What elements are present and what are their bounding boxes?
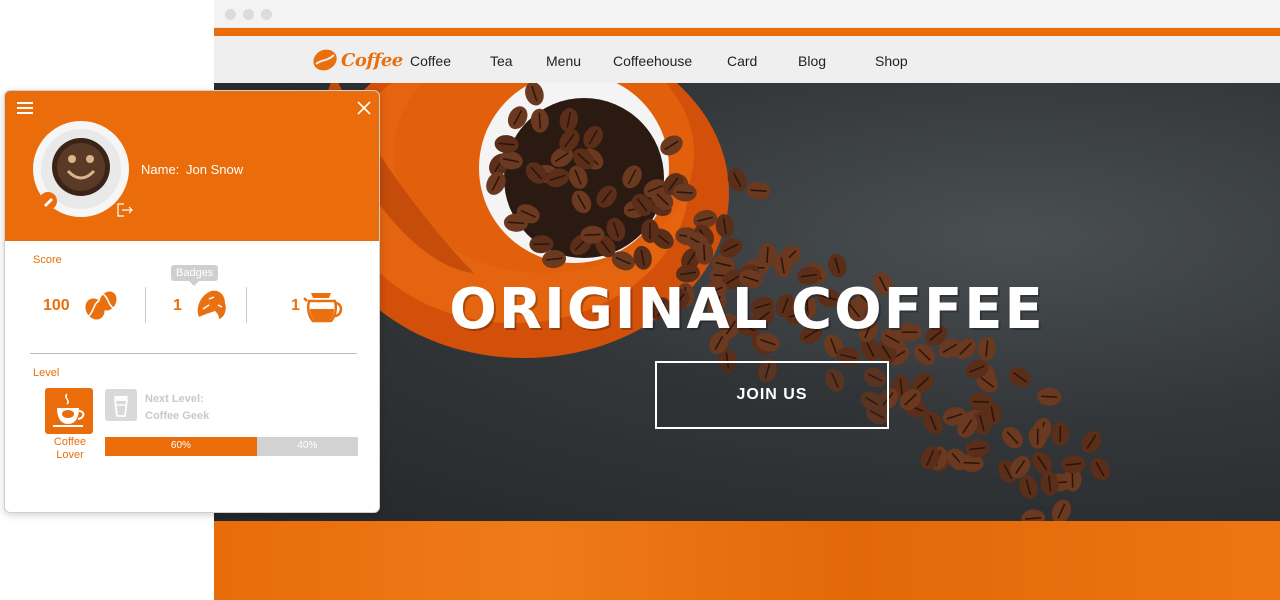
nav-item-blog[interactable]: Blog bbox=[798, 53, 826, 69]
nav-item-tea[interactable]: Tea bbox=[490, 53, 513, 69]
score-divider bbox=[246, 287, 247, 323]
top-accent-strip bbox=[214, 28, 1280, 36]
score-pot-value: 1 bbox=[291, 297, 300, 314]
coffee-bean-logo-icon bbox=[313, 49, 337, 71]
coffee-bean-crease bbox=[972, 400, 989, 403]
current-level-name: Coffee Lover bbox=[53, 436, 87, 461]
next-level-name: Coffee Geek bbox=[145, 410, 210, 422]
croissant-icon bbox=[197, 290, 226, 319]
window-dot[interactable] bbox=[261, 9, 272, 20]
window-dot[interactable] bbox=[225, 9, 236, 20]
window-dot[interactable] bbox=[243, 9, 254, 20]
avatar[interactable] bbox=[31, 119, 131, 219]
site-logo[interactable]: Coffee bbox=[312, 45, 403, 75]
coffee-bean-crease bbox=[766, 246, 769, 263]
current-level-badge[interactable] bbox=[45, 388, 93, 434]
progress-remaining-label: 40% bbox=[297, 440, 318, 451]
orange-footer-band bbox=[214, 521, 1280, 600]
nav-item-coffeehouse[interactable]: Coffeehouse bbox=[613, 53, 692, 69]
logout-icon[interactable] bbox=[117, 203, 133, 217]
score-divider bbox=[145, 287, 146, 323]
next-level-text: Next Level: Coffee Geek bbox=[145, 391, 209, 425]
coffee-bean-crease bbox=[584, 233, 601, 236]
level-label: Level bbox=[33, 367, 60, 379]
browser-titlebar bbox=[214, 0, 1280, 28]
site-navbar: Coffee Coffee Tea Menu Coffeehouse Card … bbox=[214, 36, 1280, 83]
join-us-button[interactable]: JOIN US bbox=[655, 361, 889, 429]
profile-panel: Name: Jon Snow Score 100 Badges 1 1 Leve… bbox=[4, 90, 380, 513]
coffee-bean bbox=[1051, 499, 1071, 521]
coffee-cup-icon bbox=[53, 393, 85, 427]
nav-item-menu[interactable]: Menu bbox=[546, 53, 581, 69]
logo-text: Coffee bbox=[341, 49, 403, 71]
badges-tooltip: Badges bbox=[171, 265, 219, 286]
next-level-prefix: Next Level: bbox=[145, 393, 204, 405]
takeaway-cup-icon bbox=[113, 396, 129, 417]
nav-item-card[interactable]: Card bbox=[727, 53, 757, 69]
score-croissant-value: 1 bbox=[173, 297, 182, 314]
score-label: Score bbox=[33, 254, 62, 266]
nav-item-shop[interactable]: Shop bbox=[875, 53, 908, 69]
score-beans-value: 100 bbox=[43, 297, 70, 314]
name-label: Name: bbox=[141, 162, 180, 177]
coffee-bean-crease bbox=[703, 244, 706, 261]
coffee-bean-crease bbox=[963, 461, 980, 465]
name-value: Jon Snow bbox=[186, 162, 244, 177]
menu-icon[interactable] bbox=[17, 102, 33, 114]
progress-done-label: 60% bbox=[170, 440, 191, 451]
level-progress-bar: 60% 40% bbox=[105, 437, 358, 456]
coffee-beans-icon bbox=[85, 291, 117, 320]
coffee-bean-crease bbox=[1041, 395, 1058, 398]
profile-header: Name: Jon Snow bbox=[5, 91, 379, 241]
section-divider bbox=[30, 353, 357, 354]
close-icon[interactable] bbox=[355, 99, 373, 117]
nav-item-coffee[interactable]: Coffee bbox=[410, 53, 451, 69]
next-level-badge bbox=[105, 389, 137, 421]
coffee-pot-icon bbox=[303, 293, 343, 323]
